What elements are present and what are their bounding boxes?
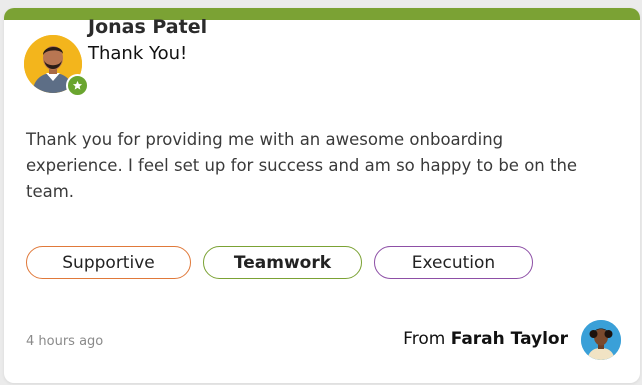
timestamp: 4 hours ago	[26, 334, 104, 349]
sender-line: From Farah Taylor	[403, 329, 568, 349]
message-text: Thank you for providing me with an aweso…	[26, 130, 578, 201]
tag-teamwork[interactable]: Teamwork	[203, 246, 362, 279]
from-prefix: From	[403, 329, 446, 349]
recipient-avatar[interactable]	[24, 35, 89, 97]
card-title: Thank You!	[88, 43, 188, 64]
recognition-card: Jonas Patel Thank You! Thank you for pro…	[4, 8, 640, 383]
tag-supportive[interactable]: Supportive	[26, 246, 191, 279]
tag-execution[interactable]: Execution	[374, 246, 533, 279]
person-avatar-icon[interactable]	[581, 320, 621, 360]
value-tags: Supportive Teamwork Execution	[26, 246, 533, 279]
sender-name[interactable]: Farah Taylor	[451, 329, 568, 349]
recipient-name[interactable]: Jonas Patel	[88, 16, 207, 38]
star-icon	[66, 74, 89, 97]
